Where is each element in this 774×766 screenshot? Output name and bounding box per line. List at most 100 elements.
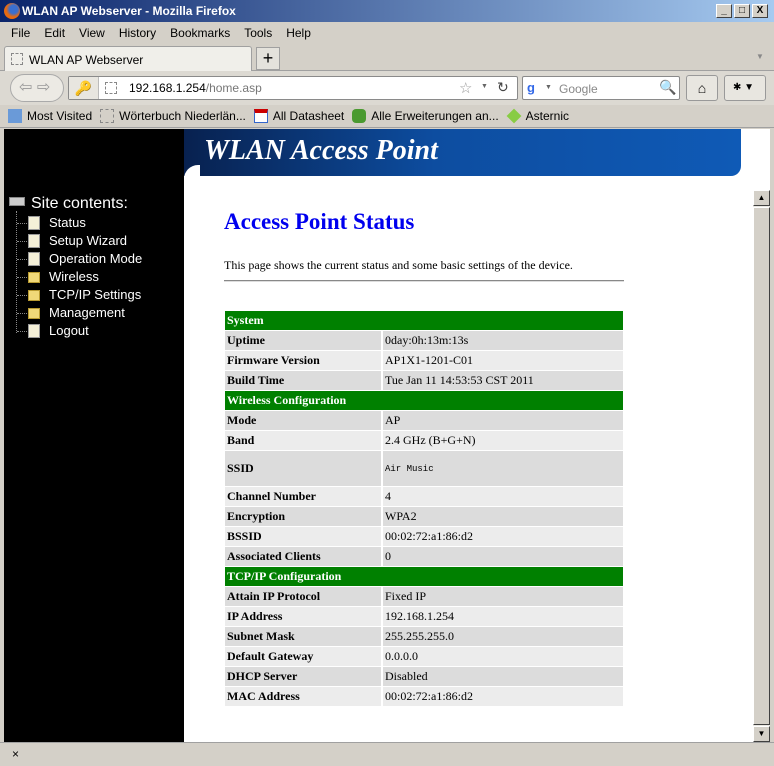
- search-engine-dropdown-icon[interactable]: ▼: [545, 84, 552, 91]
- extension-button[interactable]: ✱ ▼: [724, 75, 766, 101]
- url-text[interactable]: 192.168.1.254/home.asp: [129, 81, 262, 95]
- minimize-button[interactable]: _: [716, 4, 732, 18]
- table-row: SSID Air Music: [225, 451, 623, 487]
- tree-line: [16, 211, 17, 333]
- menu-tools[interactable]: Tools: [244, 26, 272, 40]
- sidebar-item-tcp-ip-settings[interactable]: TCP/IP Settings: [28, 287, 141, 302]
- sidebar-item-management[interactable]: Management: [28, 305, 125, 320]
- table-row: DHCP Server Disabled: [225, 667, 623, 687]
- row-value: AP: [383, 411, 623, 431]
- key-icon[interactable]: 🔑: [69, 77, 99, 99]
- banner-title: WLAN Access Point: [204, 135, 438, 166]
- search-input[interactable]: Google: [559, 82, 598, 96]
- home-icon: ⌂: [697, 80, 707, 96]
- section-title: System: [225, 311, 623, 331]
- sidebar-item-logout[interactable]: Logout: [28, 323, 89, 338]
- site-contents-title: Site contents:: [31, 195, 128, 212]
- sidebar-item-label: Logout: [49, 323, 89, 338]
- row-value: AP1X1-1201-C01: [383, 351, 623, 371]
- search-bar[interactable]: g ▼ Google 🔍: [522, 76, 680, 100]
- table-row: Encryption WPA2: [225, 507, 623, 527]
- url-bar[interactable]: 🔑 192.168.1.254/home.asp ☆ ▼ ↻: [68, 76, 518, 100]
- page-description: This page shows the current status and s…: [224, 258, 573, 272]
- row-label: Subnet Mask: [225, 627, 383, 647]
- scrollbar-thumb[interactable]: [753, 207, 770, 725]
- row-value: 0: [383, 547, 623, 567]
- bookmark-woerterbuch[interactable]: Wörterbuch Niederlän...: [100, 109, 246, 123]
- row-value: Disabled: [383, 667, 623, 687]
- menu-help[interactable]: Help: [286, 26, 311, 40]
- table-row: Uptime 0day:0h:13m:13s: [225, 331, 623, 351]
- row-label: Build Time: [225, 371, 383, 391]
- vertical-scrollbar[interactable]: ▲ ▼: [753, 190, 770, 742]
- tree-branch: [17, 223, 27, 224]
- menu-bar: File Edit View History Bookmarks Tools H…: [0, 22, 774, 44]
- back-arrow-icon[interactable]: ⇦: [19, 79, 32, 96]
- sidebar-item-setup-wizard[interactable]: Setup Wizard: [28, 233, 127, 248]
- new-tab-button[interactable]: +: [256, 47, 280, 70]
- tab-wlan-ap-webserver[interactable]: WLAN AP Webserver: [4, 46, 252, 72]
- bookmark-alle-erweiterungen[interactable]: Alle Erweiterungen an...: [352, 109, 499, 123]
- row-value: 0.0.0.0: [383, 647, 623, 667]
- scroll-up-icon[interactable]: ▲: [753, 190, 770, 206]
- status-table: System Uptime 0day:0h:13m:13s Firmware Vers…: [225, 311, 623, 707]
- row-label: Associated Clients: [225, 547, 383, 567]
- row-label: Band: [225, 431, 383, 451]
- scroll-down-icon[interactable]: ▼: [753, 726, 770, 742]
- sidebar-item-label: TCP/IP Settings: [49, 287, 142, 302]
- folder-icon: [8, 109, 22, 123]
- folder-icon: [28, 272, 40, 283]
- row-label: Attain IP Protocol: [225, 587, 383, 607]
- reload-icon[interactable]: ↻: [497, 79, 509, 96]
- menu-edit[interactable]: Edit: [44, 26, 65, 40]
- bookmark-asternic[interactable]: Asternic: [506, 108, 569, 124]
- tab-label: WLAN AP Webserver: [29, 53, 144, 67]
- row-value: 255.255.255.0: [383, 627, 623, 647]
- device-icon: [9, 197, 25, 206]
- bookmark-all-datasheet[interactable]: All Datasheet: [253, 109, 344, 123]
- maximize-button[interactable]: □: [734, 4, 750, 18]
- table-row: MAC Address 00:02:72:a1:86:d2: [225, 687, 623, 707]
- close-window-button[interactable]: X: [752, 4, 768, 18]
- favicon-placeholder-icon: [11, 53, 23, 65]
- sidebar-item-status[interactable]: Status: [28, 215, 86, 230]
- bookmark-most-visited[interactable]: Most Visited: [8, 109, 92, 123]
- row-label: Mode: [225, 411, 383, 431]
- tab-list-chevron-icon[interactable]: ▼: [756, 52, 764, 61]
- sidebar-item-operation-mode[interactable]: Operation Mode: [28, 251, 142, 266]
- row-value: 00:02:72:a1:86:d2: [383, 527, 623, 547]
- extension-dropdown-icon[interactable]: ▼: [744, 82, 754, 93]
- page-title: Access Point Status: [224, 209, 415, 234]
- table-row: Default Gateway 0.0.0.0: [225, 647, 623, 667]
- bookmarks-toolbar: Most Visited Wörterbuch Niederlän... All…: [0, 105, 774, 128]
- sidebar-item-label: Operation Mode: [49, 251, 143, 266]
- row-label: Firmware Version: [225, 351, 383, 371]
- tab-strip: WLAN AP Webserver + ▼: [0, 44, 774, 72]
- forward-arrow-icon[interactable]: ⇨: [37, 79, 50, 96]
- section-title: Wireless Configuration: [225, 391, 623, 411]
- sidebar-item-label: Setup Wizard: [49, 233, 128, 248]
- diamond-icon: [506, 108, 522, 124]
- search-magnifier-icon[interactable]: 🔍: [659, 79, 676, 96]
- row-value: Air Music: [383, 451, 623, 487]
- sidebar-item-wireless[interactable]: Wireless: [28, 269, 99, 284]
- section-header: Wireless Configuration: [225, 391, 623, 411]
- bookmark-star-icon[interactable]: ☆: [459, 79, 472, 97]
- google-icon[interactable]: g: [527, 80, 543, 96]
- section-header: TCP/IP Configuration: [225, 567, 623, 587]
- page-icon: [100, 109, 115, 123]
- close-addon-bar-icon[interactable]: ×: [12, 747, 19, 761]
- url-dropdown-icon[interactable]: ▼: [481, 83, 488, 90]
- menu-file[interactable]: File: [11, 26, 30, 40]
- menu-bookmarks[interactable]: Bookmarks: [170, 26, 230, 40]
- row-label: Encryption: [225, 507, 383, 527]
- row-value: Tue Jan 11 14:53:53 CST 2011: [383, 371, 623, 391]
- row-value: 2.4 GHz (B+G+N): [383, 431, 623, 451]
- document-icon: [28, 324, 40, 338]
- row-label: MAC Address: [225, 687, 383, 707]
- menu-history[interactable]: History: [119, 26, 156, 40]
- back-forward-buttons[interactable]: ⇦ ⇨: [10, 74, 64, 102]
- sidebar-item-label: Management: [49, 305, 125, 320]
- home-button[interactable]: ⌂: [686, 75, 718, 101]
- menu-view[interactable]: View: [79, 26, 105, 40]
